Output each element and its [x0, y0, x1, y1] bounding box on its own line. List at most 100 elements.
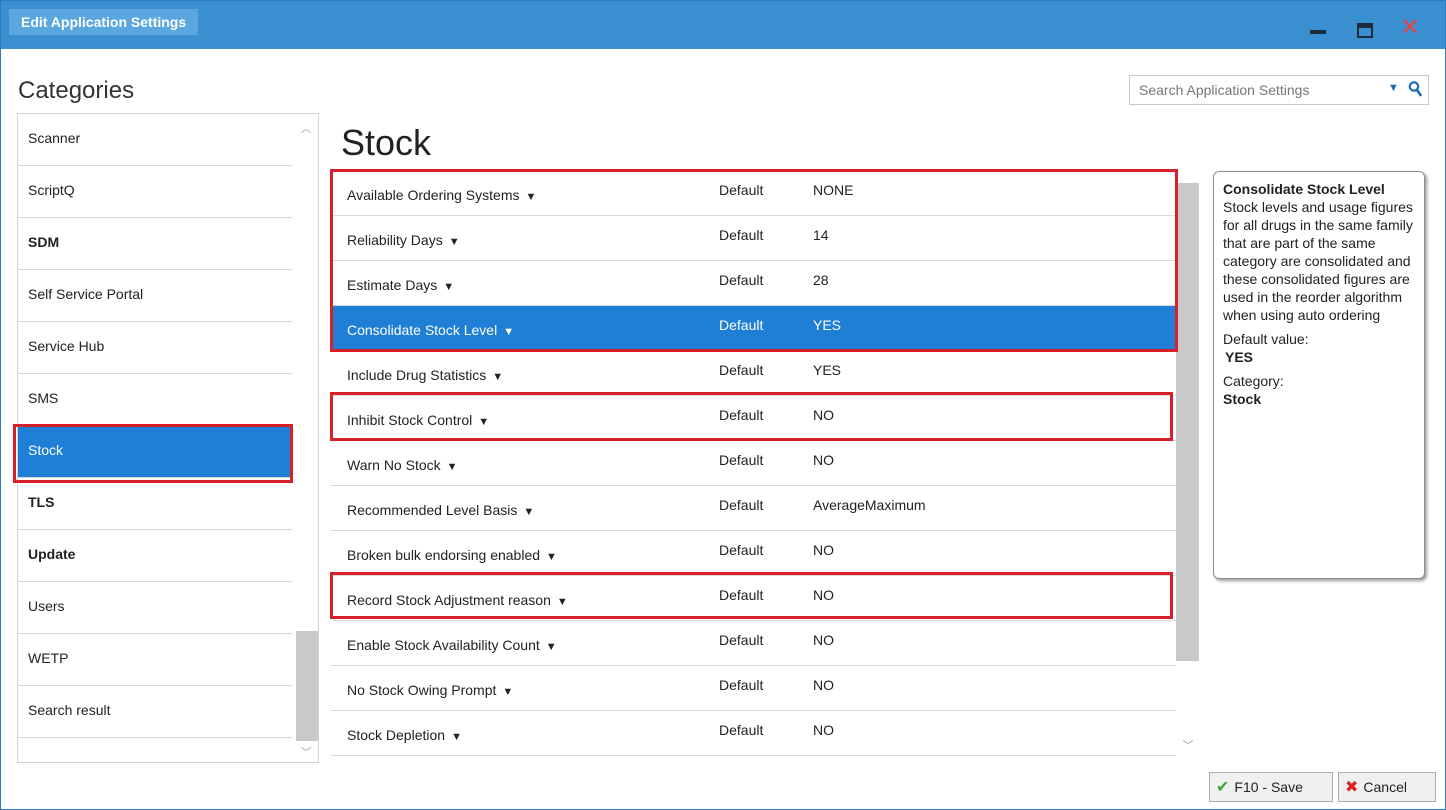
- cancel-button-label: Cancel: [1363, 779, 1407, 795]
- setting-name: Warn No Stock ▼: [347, 457, 458, 473]
- setting-name: Stock Depletion ▼: [347, 727, 462, 743]
- setting-source: Default: [719, 632, 764, 648]
- dropdown-arrow-icon[interactable]: ▼: [443, 281, 454, 293]
- category-label: Category:: [1223, 373, 1284, 389]
- setting-row[interactable]: Stock Depletion ▼ Default NO: [331, 711, 1176, 756]
- scroll-up-icon[interactable]: ︿: [294, 120, 318, 136]
- dropdown-arrow-icon[interactable]: ▼: [546, 641, 557, 653]
- setting-name-text: Include Drug Statistics: [347, 367, 487, 383]
- info-title: Consolidate Stock Level: [1223, 181, 1385, 197]
- dropdown-arrow-icon[interactable]: ▼: [478, 416, 489, 428]
- setting-row[interactable]: Inhibit Stock Control ▼ Default NO: [331, 396, 1176, 441]
- setting-value: NO: [813, 407, 834, 423]
- title-bar: Edit Application Settings ✕: [1, 1, 1445, 49]
- settings-scrollbar[interactable]: ︿ ﹀: [1176, 171, 1199, 759]
- setting-name: Include Drug Statistics ▼: [347, 367, 503, 383]
- close-icon[interactable]: ✕: [1399, 16, 1421, 40]
- setting-row[interactable]: Recommended Level Basis ▼ Default AverageMa…: [331, 486, 1176, 531]
- info-description: Stock levels and usage figures for all d…: [1223, 199, 1413, 323]
- sidebar-item-scanner[interactable]: Scanner: [18, 114, 292, 166]
- dropdown-arrow-icon[interactable]: ▼: [502, 686, 513, 698]
- sidebar-item-search-result[interactable]: Search result: [18, 686, 292, 738]
- sidebar-item-scriptq[interactable]: ScriptQ: [18, 166, 292, 218]
- setting-row[interactable]: Warn No Stock ▼ Default NO: [331, 441, 1176, 486]
- cancel-button[interactable]: ✖ Cancel: [1338, 772, 1436, 802]
- setting-name-text: Recommended Level Basis: [347, 502, 518, 518]
- setting-row[interactable]: Consolidate Stock Level ▼ Default YES: [331, 306, 1176, 351]
- setting-value: YES: [813, 362, 842, 378]
- setting-value: NO: [813, 452, 834, 468]
- sidebar-item-sdm[interactable]: SDM: [18, 218, 292, 270]
- setting-row[interactable]: Record Stock Adjustment reason ▼ Default NO: [331, 576, 1176, 621]
- save-button[interactable]: ✔ F10 - Save: [1209, 772, 1333, 802]
- setting-value: AverageMaximum: [813, 497, 926, 513]
- setting-source: Default: [719, 452, 764, 468]
- setting-name: Available Ordering Systems ▼: [347, 187, 536, 203]
- setting-name: Inhibit Stock Control ▼: [347, 412, 489, 428]
- setting-name-text: Available Ordering Systems: [347, 187, 520, 203]
- sidebar-item-wetp[interactable]: WETP: [18, 634, 292, 686]
- sidebar-item-stock[interactable]: Stock: [18, 426, 292, 478]
- scroll-down-icon[interactable]: ﹀: [1176, 737, 1199, 753]
- dropdown-arrow-icon[interactable]: ▼: [523, 506, 534, 518]
- search-input[interactable]: [1130, 76, 1398, 104]
- setting-source: Default: [719, 677, 764, 693]
- minimize-icon[interactable]: [1307, 17, 1329, 39]
- sidebar-item-users[interactable]: Users: [18, 582, 292, 634]
- cancel-x-icon: ✖: [1345, 779, 1359, 796]
- setting-value: NONE: [813, 182, 854, 198]
- setting-row[interactable]: Available Ordering Systems ▼ Default NONE: [331, 171, 1176, 216]
- dropdown-arrow-icon[interactable]: ▼: [451, 731, 462, 743]
- setting-name: Enable Stock Availability Count ▼: [347, 637, 557, 653]
- window-title: Edit Application Settings: [9, 9, 199, 35]
- sidebar-item-service-hub[interactable]: Service Hub: [18, 322, 292, 374]
- setting-name-text: Inhibit Stock Control: [347, 412, 473, 428]
- setting-source: Default: [719, 362, 764, 378]
- scrollbar-thumb[interactable]: [296, 631, 318, 741]
- dropdown-arrow-icon[interactable]: ▼: [492, 371, 503, 383]
- dropdown-arrow-icon[interactable]: ▼: [449, 236, 460, 248]
- setting-name: Estimate Days ▼: [347, 277, 454, 293]
- setting-row[interactable]: Enable Stock Availability Count ▼ Default N…: [331, 621, 1176, 666]
- setting-name-text: No Stock Owing Prompt: [347, 682, 497, 698]
- scrollbar-thumb[interactable]: [1176, 183, 1199, 661]
- categories-scrollbar[interactable]: ︿ ﹀: [294, 114, 318, 762]
- search-dropdown-icon[interactable]: ▼: [1388, 82, 1399, 94]
- sidebar-item-sms[interactable]: SMS: [18, 374, 292, 426]
- setting-row[interactable]: Reliability Days ▼ Default 14: [331, 216, 1176, 261]
- categories-list: Scanner ScriptQ SDM Self Service Portal Serv…: [17, 113, 319, 763]
- dropdown-arrow-icon[interactable]: ▼: [557, 596, 568, 608]
- setting-info-card: Consolidate Stock Level Stock levels and…: [1213, 171, 1425, 579]
- dropdown-arrow-icon[interactable]: ▼: [503, 326, 514, 338]
- categories-heading: Categories: [18, 77, 135, 104]
- dropdown-arrow-icon[interactable]: ▼: [525, 191, 536, 203]
- setting-row[interactable]: Estimate Days ▼ Default 28: [331, 261, 1176, 306]
- setting-source: Default: [719, 497, 764, 513]
- sidebar-item-tls[interactable]: TLS: [18, 478, 292, 530]
- setting-source: Default: [719, 407, 764, 423]
- search-box: ▼: [1129, 75, 1429, 105]
- setting-source: Default: [719, 542, 764, 558]
- search-icon[interactable]: [1408, 80, 1422, 98]
- dropdown-arrow-icon[interactable]: ▼: [546, 551, 557, 563]
- setting-row[interactable]: No Stock Owing Prompt ▼ Default NO: [331, 666, 1176, 711]
- setting-value: NO: [813, 677, 834, 693]
- default-value: YES: [1225, 349, 1254, 365]
- setting-value: NO: [813, 632, 834, 648]
- setting-name-text: Consolidate Stock Level: [347, 322, 498, 338]
- sidebar-item-update[interactable]: Update: [18, 530, 292, 582]
- setting-name: Record Stock Adjustment reason ▼: [347, 592, 568, 608]
- setting-source: Default: [719, 272, 764, 288]
- scroll-down-icon[interactable]: ﹀: [294, 744, 318, 760]
- setting-row[interactable]: Include Drug Statistics ▼ Default YES: [331, 351, 1176, 396]
- setting-row[interactable]: Broken bulk endorsing enabled ▼ Default NO: [331, 531, 1176, 576]
- default-value-label: Default value:: [1223, 331, 1309, 347]
- sidebar-item-self-service-portal[interactable]: Self Service Portal: [18, 270, 292, 322]
- setting-source: Default: [719, 587, 764, 603]
- maximize-icon[interactable]: [1353, 17, 1375, 39]
- setting-source: Default: [719, 182, 764, 198]
- setting-source: Default: [719, 722, 764, 738]
- dropdown-arrow-icon[interactable]: ▼: [447, 461, 458, 473]
- setting-source: Default: [719, 227, 764, 243]
- setting-name-text: Record Stock Adjustment reason: [347, 592, 551, 608]
